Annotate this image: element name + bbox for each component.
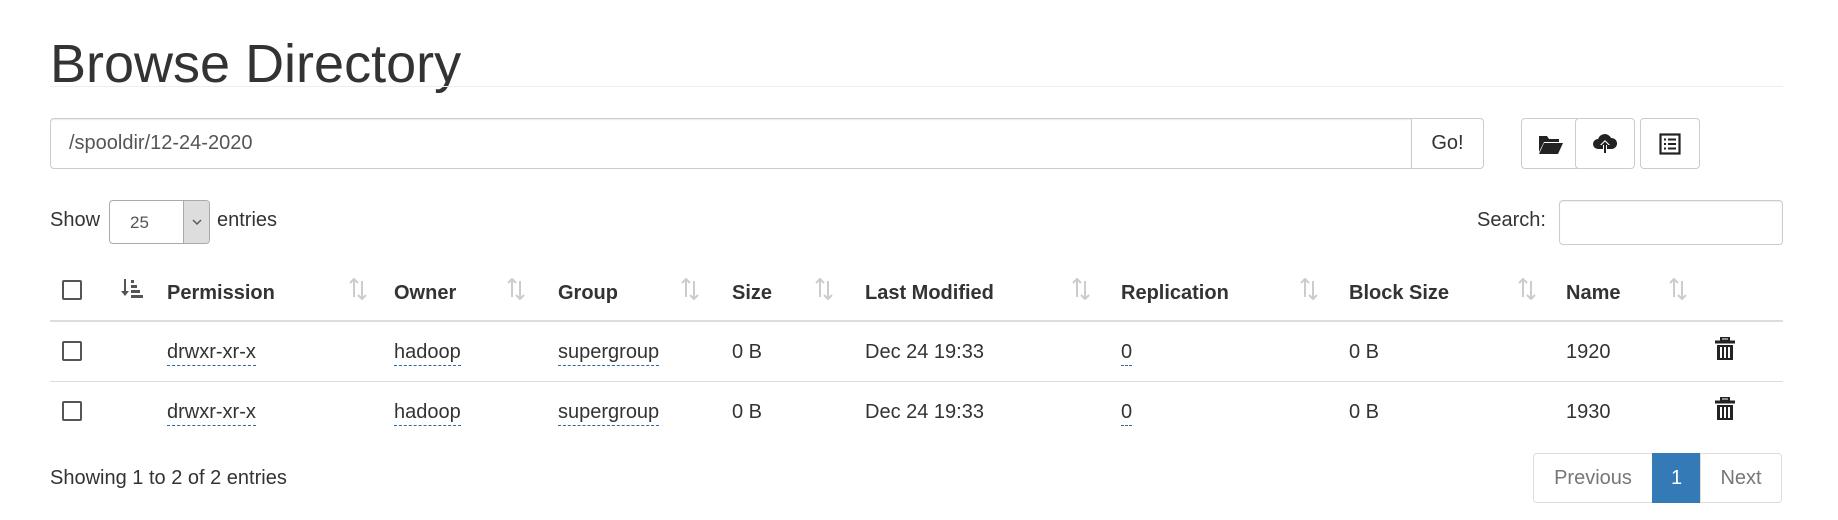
name-link[interactable]: 1930: [1566, 400, 1611, 424]
owner-cell[interactable]: hadoop: [394, 340, 461, 366]
table-row: drwxr-xr-x hadoop supergroup 0 B Dec 24 …: [50, 322, 1783, 382]
search-label: Search:: [1477, 209, 1546, 231]
go-button[interactable]: Go!: [1411, 118, 1484, 169]
name-link[interactable]: 1920: [1566, 340, 1611, 364]
row-checkbox[interactable]: [62, 341, 82, 361]
entries-label: entries: [217, 209, 278, 231]
column-header-group[interactable]: Group: [558, 281, 618, 305]
entries-per-page-select[interactable]: 25: [109, 200, 210, 244]
list-view-button[interactable]: [1640, 118, 1700, 169]
upload-files-button[interactable]: [1575, 118, 1635, 169]
column-header-replication[interactable]: Replication: [1121, 281, 1229, 305]
column-header-last-modified[interactable]: Last Modified: [865, 281, 994, 305]
previous-page-button[interactable]: Previous: [1533, 453, 1653, 503]
group-cell[interactable]: supergroup: [558, 340, 660, 366]
cloud-upload-icon: [1592, 132, 1618, 156]
sort-both-icon[interactable]: [1071, 277, 1091, 305]
trash-icon[interactable]: [1715, 396, 1735, 426]
sort-both-icon[interactable]: [1299, 277, 1319, 305]
file-table: Permission Owner Group Size Last Modifie…: [50, 264, 1783, 442]
owner-cell[interactable]: hadoop: [394, 400, 461, 426]
list-alt-icon: [1659, 132, 1681, 155]
column-header-size[interactable]: Size: [732, 281, 772, 305]
block-size-cell: 0 B: [1349, 401, 1380, 423]
row-checkbox[interactable]: [62, 401, 82, 421]
table-info-text: Showing 1 to 2 of 2 entries: [50, 467, 287, 489]
last-modified-cell: Dec 24 19:33: [865, 401, 984, 423]
browse-directory-page: Browse Directory Go! Show 25 entries Sea…: [0, 0, 1838, 520]
column-header-name[interactable]: Name: [1566, 281, 1620, 305]
size-cell: 0 B: [732, 401, 763, 423]
column-header-owner[interactable]: Owner: [394, 281, 456, 305]
current-page-button[interactable]: 1: [1652, 453, 1701, 503]
last-modified-cell: Dec 24 19:33: [865, 341, 984, 363]
sort-ascending-icon[interactable]: [120, 278, 144, 305]
sort-both-icon[interactable]: [348, 277, 368, 305]
create-directory-button[interactable]: [1521, 118, 1581, 169]
column-header-permission[interactable]: Permission: [167, 281, 275, 305]
title-divider: [50, 86, 1783, 87]
entries-per-page-value: 25: [130, 213, 149, 232]
show-label: Show: [50, 209, 101, 231]
sort-both-icon[interactable]: [506, 277, 526, 305]
folder-open-icon: [1538, 133, 1564, 155]
block-size-cell: 0 B: [1349, 341, 1380, 363]
directory-path-input[interactable]: [50, 118, 1412, 169]
permission-cell[interactable]: drwxr-xr-x: [167, 400, 256, 426]
select-all-checkbox[interactable]: [62, 280, 82, 300]
page-title: Browse Directory: [50, 34, 462, 95]
next-page-button[interactable]: Next: [1700, 453, 1782, 503]
trash-icon[interactable]: [1715, 336, 1735, 366]
permission-cell[interactable]: drwxr-xr-x: [167, 340, 256, 366]
replication-cell[interactable]: 0: [1121, 340, 1133, 366]
sort-both-icon[interactable]: [1668, 277, 1688, 305]
sort-both-icon[interactable]: [814, 277, 834, 305]
size-cell: 0 B: [732, 341, 763, 363]
table-row: drwxr-xr-x hadoop supergroup 0 B Dec 24 …: [50, 382, 1783, 442]
sort-both-icon[interactable]: [1517, 277, 1537, 305]
table-header-row: Permission Owner Group Size Last Modifie…: [50, 264, 1783, 322]
search-input[interactable]: [1559, 200, 1783, 245]
group-cell[interactable]: supergroup: [558, 400, 660, 426]
replication-cell[interactable]: 0: [1121, 400, 1133, 426]
chevron-down-icon: [183, 201, 209, 243]
sort-both-icon[interactable]: [680, 277, 700, 305]
column-header-block-size[interactable]: Block Size: [1349, 281, 1449, 305]
pagination: Previous 1 Next: [1533, 453, 1782, 503]
